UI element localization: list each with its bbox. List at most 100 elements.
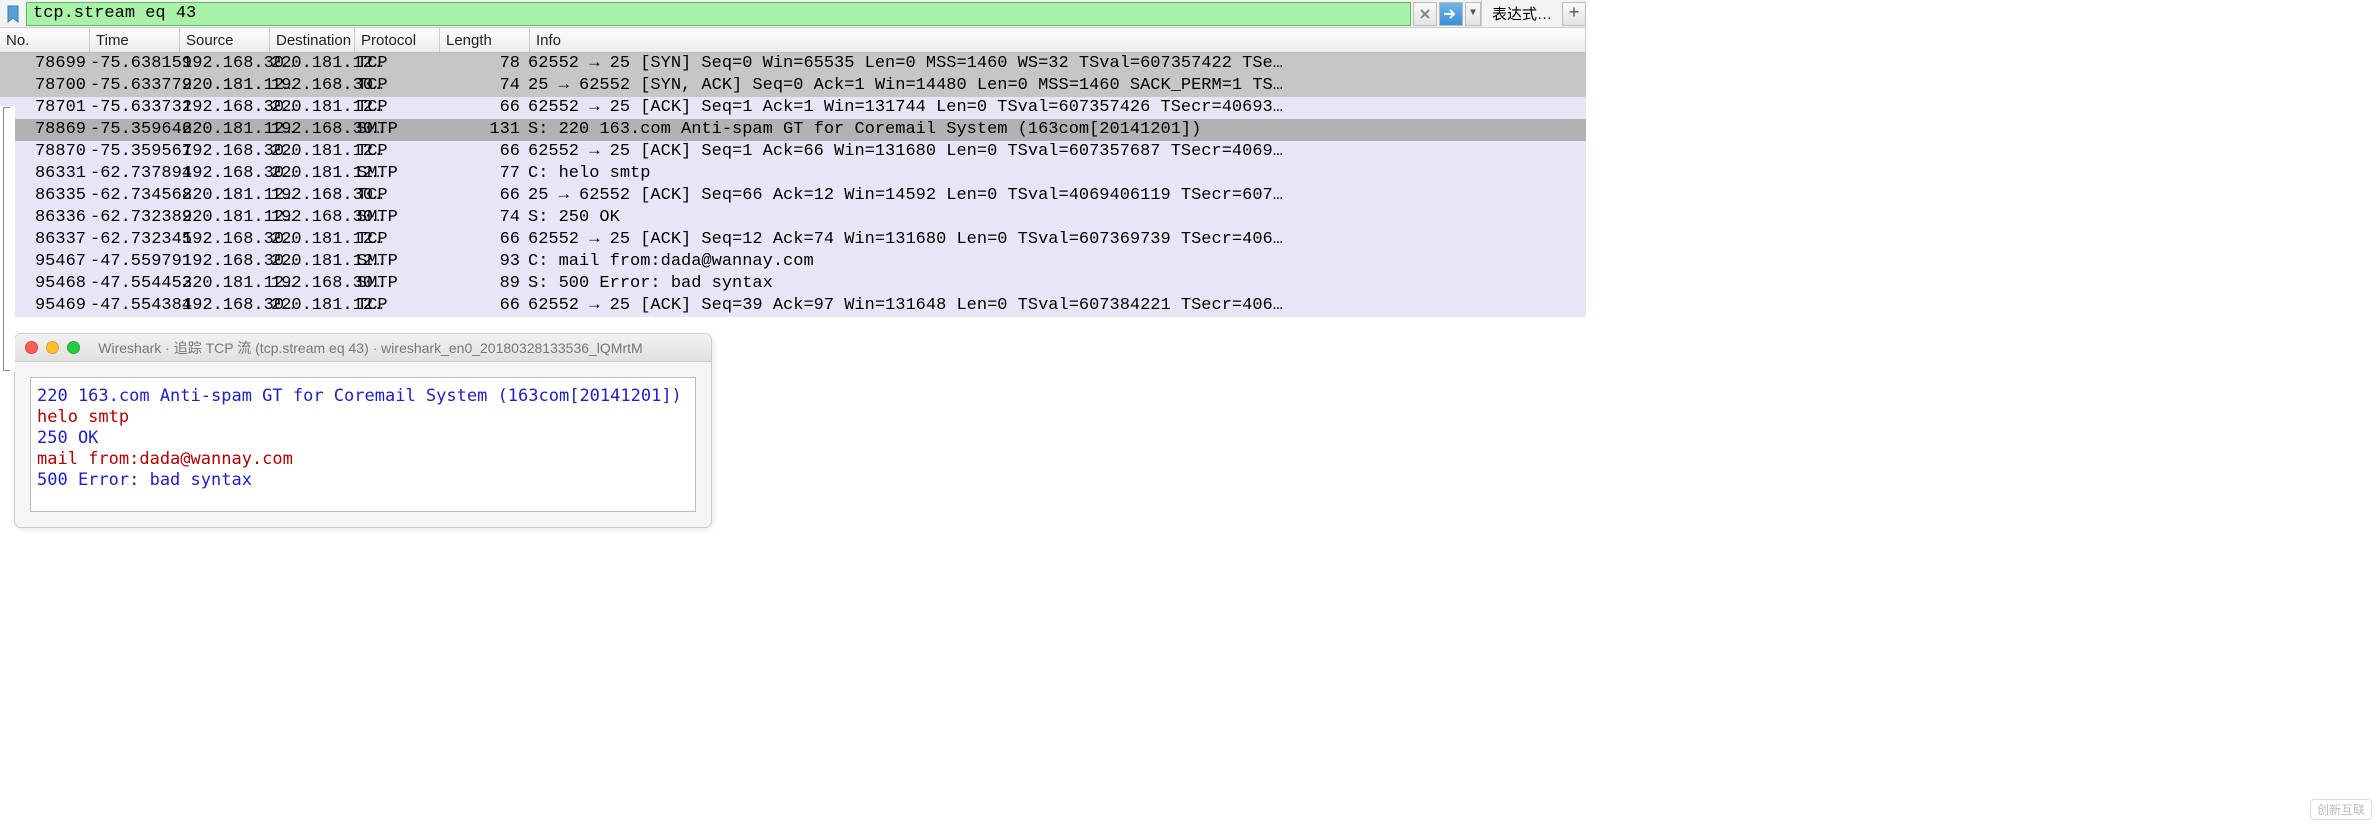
cell-time: -75.633779 <box>90 75 182 97</box>
conversation-bracket-gutter <box>0 106 15 372</box>
cell-length: 93 <box>442 251 528 273</box>
expression-button[interactable]: 表达式… <box>1481 0 1562 27</box>
cell-info: C: mail from:dada@wannay.com <box>528 251 1586 273</box>
cell-destination: 220.181.12… <box>271 295 357 317</box>
cell-source: 192.168.30… <box>182 97 271 119</box>
cell-info: 25 → 62552 [SYN, ACK] Seq=0 Ack=1 Win=14… <box>528 75 1586 97</box>
packet-row[interactable]: 86336-62.732389220.181.12…192.168.30…SMT… <box>0 207 1586 229</box>
column-header-no[interactable]: No. <box>0 28 90 52</box>
packet-row[interactable]: 78870-75.359567192.168.30…220.181.12…TCP… <box>0 141 1586 163</box>
display-filter-bar: ▼ 表达式… + <box>0 0 1586 28</box>
packet-row[interactable]: 95469-47.554384192.168.30…220.181.12…TCP… <box>0 295 1586 317</box>
cell-protocol: SMTP <box>357 163 442 185</box>
cell-no: 78699 <box>18 53 90 75</box>
cell-destination: 192.168.30… <box>271 207 357 229</box>
cell-protocol: SMTP <box>357 119 442 141</box>
cell-time: -47.554384 <box>90 295 182 317</box>
packet-row[interactable]: 86335-62.734568220.181.12…192.168.30…TCP… <box>0 185 1586 207</box>
cell-time: -47.554453 <box>90 273 182 295</box>
bookmark-icon[interactable] <box>3 3 23 25</box>
cell-protocol: TCP <box>357 141 442 163</box>
display-filter-input[interactable] <box>26 2 1411 26</box>
column-header-destination[interactable]: Destination <box>270 28 355 52</box>
cell-source: 192.168.30… <box>182 141 271 163</box>
stream-line-server: 250 OK <box>37 428 689 449</box>
cell-length: 66 <box>442 185 528 207</box>
packet-row[interactable]: 78869-75.359646220.181.12…192.168.30…SMT… <box>0 119 1586 141</box>
cell-length: 131 <box>442 119 528 141</box>
column-header-length[interactable]: Length <box>440 28 530 52</box>
cell-length: 74 <box>442 207 528 229</box>
cell-info: S: 250 OK <box>528 207 1586 229</box>
packet-list-header: No. Time Source Destination Protocol Len… <box>0 28 1586 53</box>
cell-protocol: SMTP <box>357 207 442 229</box>
packet-row[interactable]: 95467-47.559791192.168.30…220.181.12…SMT… <box>0 251 1586 273</box>
cell-destination: 220.181.12… <box>271 53 357 75</box>
cell-info: 62552 → 25 [SYN] Seq=0 Win=65535 Len=0 M… <box>528 53 1586 75</box>
cell-no: 86337 <box>18 229 90 251</box>
cell-no: 78870 <box>18 141 90 163</box>
cell-info: S: 500 Error: bad syntax <box>528 273 1586 295</box>
cell-length: 74 <box>442 75 528 97</box>
column-header-time[interactable]: Time <box>90 28 180 52</box>
cell-info: 62552 → 25 [ACK] Seq=1 Ack=1 Win=131744 … <box>528 97 1586 119</box>
cell-source: 220.181.12… <box>182 207 271 229</box>
watermark: 创新互联 <box>2310 799 2372 820</box>
cell-info: 62552 → 25 [ACK] Seq=12 Ack=74 Win=13168… <box>528 229 1586 251</box>
cell-no: 86336 <box>18 207 90 229</box>
cell-length: 66 <box>442 141 528 163</box>
clear-filter-button[interactable] <box>1413 2 1437 26</box>
add-filter-button[interactable]: + <box>1562 2 1586 26</box>
packet-row[interactable]: 95468-47.554453220.181.12…192.168.30…SMT… <box>0 273 1586 295</box>
cell-time: -62.732389 <box>90 207 182 229</box>
cell-source: 192.168.30… <box>182 53 271 75</box>
cell-source: 220.181.12… <box>182 119 271 141</box>
cell-no: 86331 <box>18 163 90 185</box>
cell-no: 86335 <box>18 185 90 207</box>
cell-info: 62552 → 25 [ACK] Seq=1 Ack=66 Win=131680… <box>528 141 1586 163</box>
stream-line-client: mail from:dada@wannay.com <box>37 449 689 470</box>
cell-length: 89 <box>442 273 528 295</box>
follow-tcp-stream-window: Wireshark · 追踪 TCP 流 (tcp.stream eq 43) … <box>14 333 712 528</box>
cell-protocol: TCP <box>357 97 442 119</box>
cell-time: -75.359646 <box>90 119 182 141</box>
packet-row[interactable]: 86331-62.737894192.168.30…220.181.12…SMT… <box>0 163 1586 185</box>
cell-protocol: SMTP <box>357 251 442 273</box>
cell-destination: 192.168.30… <box>271 119 357 141</box>
filter-history-dropdown[interactable]: ▼ <box>1465 2 1481 26</box>
packet-row[interactable]: 78701-75.633732192.168.30…220.181.12…TCP… <box>0 97 1586 119</box>
cell-time: -62.734568 <box>90 185 182 207</box>
column-header-info[interactable]: Info <box>530 28 1586 52</box>
cell-no: 78869 <box>18 119 90 141</box>
column-header-source[interactable]: Source <box>180 28 270 52</box>
cell-source: 220.181.12… <box>182 185 271 207</box>
cell-no: 95468 <box>18 273 90 295</box>
cell-length: 77 <box>442 163 528 185</box>
column-header-protocol[interactable]: Protocol <box>355 28 440 52</box>
cell-protocol: TCP <box>357 295 442 317</box>
packet-row[interactable]: 78699-75.638159192.168.30…220.181.12…TCP… <box>0 53 1586 75</box>
cell-info: S: 220 163.com Anti-spam GT for Coremail… <box>528 119 1586 141</box>
conversation-bracket-icon <box>3 107 10 371</box>
window-titlebar[interactable]: Wireshark · 追踪 TCP 流 (tcp.stream eq 43) … <box>15 334 711 362</box>
cell-time: -75.359567 <box>90 141 182 163</box>
cell-source: 220.181.12… <box>182 75 271 97</box>
cell-protocol: TCP <box>357 229 442 251</box>
cell-info: 25 → 62552 [ACK] Seq=66 Ack=12 Win=14592… <box>528 185 1586 207</box>
apply-filter-button[interactable] <box>1439 2 1463 26</box>
packet-row[interactable]: 86337-62.732345192.168.30…220.181.12…TCP… <box>0 229 1586 251</box>
cell-time: -62.737894 <box>90 163 182 185</box>
cell-info: 62552 → 25 [ACK] Seq=39 Ack=97 Win=13164… <box>528 295 1586 317</box>
cell-time: -62.732345 <box>90 229 182 251</box>
cell-destination: 220.181.12… <box>271 163 357 185</box>
packet-row[interactable]: 78700-75.633779220.181.12…192.168.30…TCP… <box>0 75 1586 97</box>
cell-destination: 192.168.30… <box>271 75 357 97</box>
cell-no: 78700 <box>18 75 90 97</box>
stream-content[interactable]: 220 163.com Anti-spam GT for Coremail Sy… <box>30 377 696 512</box>
packet-list[interactable]: 78699-75.638159192.168.30…220.181.12…TCP… <box>0 53 1586 317</box>
cell-time: -47.559791 <box>90 251 182 273</box>
cell-destination: 220.181.12… <box>271 141 357 163</box>
cell-length: 66 <box>442 229 528 251</box>
cell-length: 66 <box>442 97 528 119</box>
cell-destination: 220.181.12… <box>271 229 357 251</box>
